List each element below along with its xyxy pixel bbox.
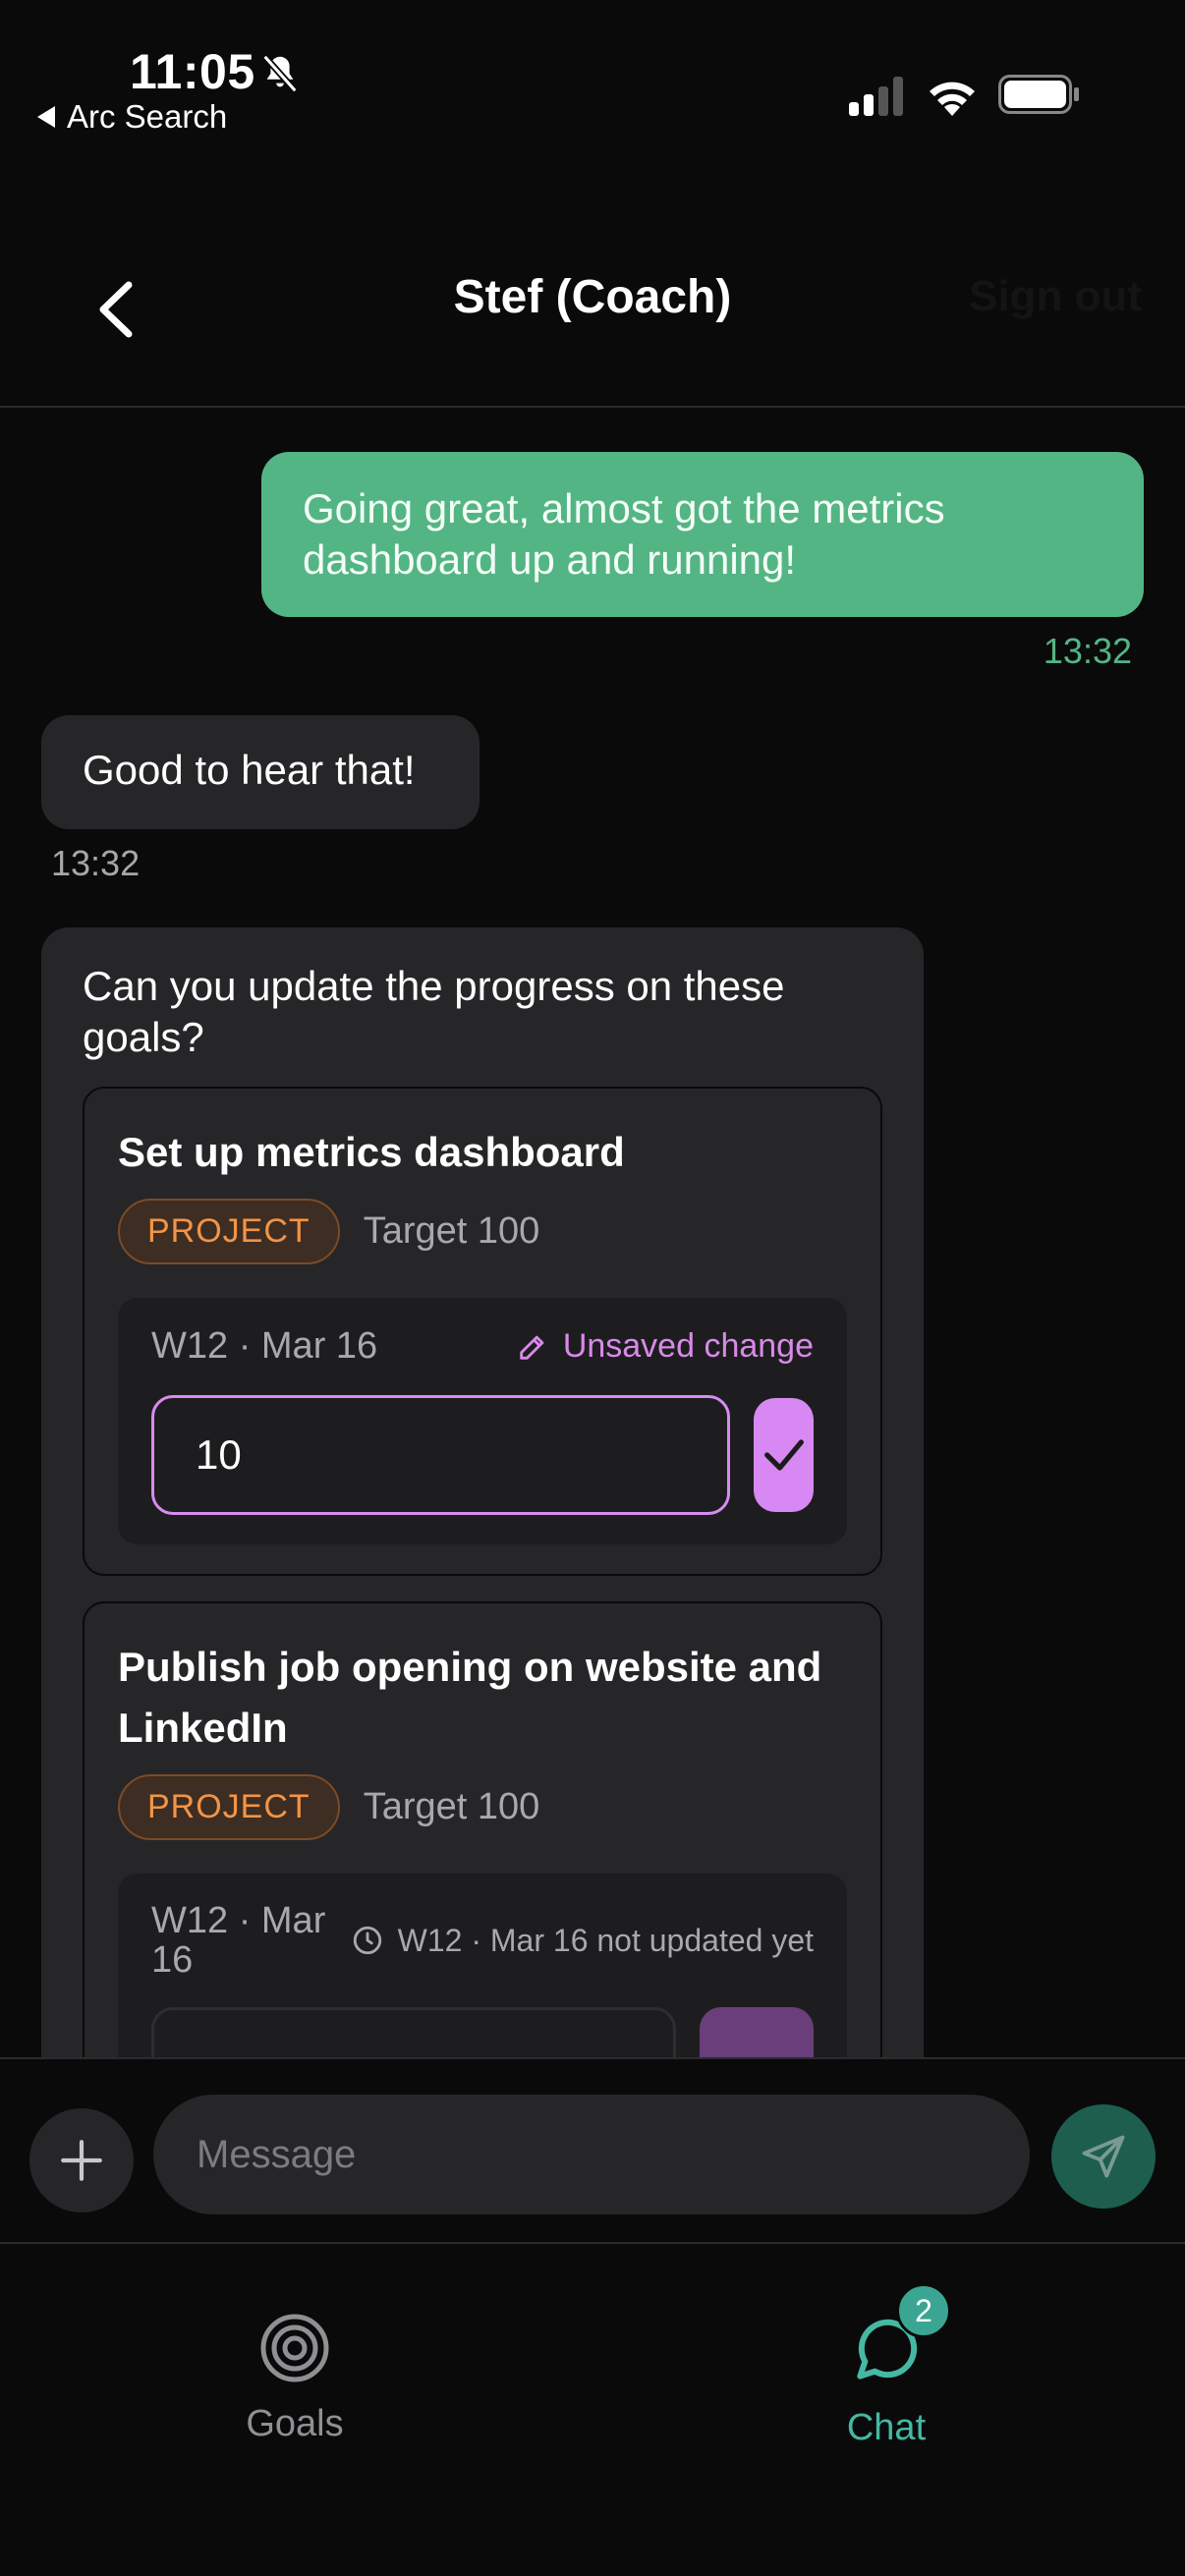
goal-meta: PROJECT Target 100 bbox=[118, 1774, 847, 1840]
goal-target: Target 100 bbox=[363, 1210, 540, 1252]
week-label: W12 · Mar 16 bbox=[151, 1325, 378, 1367]
goal-title: Set up metrics dashboard bbox=[118, 1129, 625, 1175]
goal-title: Publish job opening on website and Linke… bbox=[118, 1644, 822, 1751]
week-row: W12 · Mar 16 Unsaved change bbox=[151, 1325, 814, 1368]
plus-icon bbox=[61, 2140, 102, 2181]
tab-goals[interactable]: Goals bbox=[187, 2311, 403, 2445]
sign-out-button[interactable]: Sign out bbox=[969, 272, 1142, 321]
progress-value-input[interactable] bbox=[151, 1395, 730, 1515]
back-to-app-link[interactable]: Arc Search bbox=[37, 98, 227, 136]
clock-icon bbox=[353, 1926, 381, 1955]
message-input[interactable] bbox=[153, 2095, 1030, 2214]
goal-type-badge: PROJECT bbox=[118, 1199, 340, 1264]
not-updated-label: W12 · Mar 16 not updated yet bbox=[397, 1922, 814, 1958]
bell-slash-icon bbox=[262, 54, 298, 93]
message-composer bbox=[0, 2057, 1185, 2244]
target-icon bbox=[260, 2314, 329, 2382]
not-updated-status: W12 · Mar 16 not updated yet bbox=[351, 1923, 814, 1959]
status-bar: 11:05 Arc Search bbox=[0, 0, 1185, 138]
goal-meta: PROJECT Target 100 bbox=[118, 1199, 847, 1264]
progress-input-row bbox=[151, 1395, 814, 1515]
chat-icon-wrap: 2 bbox=[847, 2283, 951, 2389]
week-label: W12 · Mar 16 bbox=[151, 1900, 326, 1981]
battery-icon bbox=[998, 75, 1079, 114]
outgoing-message-time: 13:32 bbox=[1043, 631, 1132, 671]
unsaved-change-status: Unsaved change bbox=[516, 1327, 814, 1366]
pencil-icon bbox=[520, 1335, 544, 1360]
incoming-message-time: 13:32 bbox=[51, 843, 141, 883]
signal-icon bbox=[849, 77, 903, 116]
add-attachment-button[interactable] bbox=[29, 2108, 134, 2212]
incoming-message: Good to hear that! bbox=[41, 715, 480, 829]
goal-card: Set up metrics dashboard PROJECT Target … bbox=[83, 1087, 882, 1576]
goal-type-badge: PROJECT bbox=[118, 1774, 340, 1840]
back-app-label: Arc Search bbox=[67, 98, 228, 135]
goal-update-question: Can you update the progress on these goa… bbox=[83, 963, 785, 1060]
save-progress-button[interactable] bbox=[754, 1398, 814, 1512]
week-row: W12 · Mar 16 W12 · Mar 16 not updated ye… bbox=[151, 1901, 814, 1980]
tab-goals-label: Goals bbox=[246, 2403, 344, 2444]
goal-target: Target 100 bbox=[363, 1786, 540, 1827]
tab-chat-label: Chat bbox=[846, 2407, 927, 2448]
unsaved-change-label: Unsaved change bbox=[562, 1327, 814, 1365]
send-button[interactable] bbox=[1051, 2104, 1156, 2209]
goal-update-message: Can you update the progress on these goa… bbox=[41, 927, 924, 2106]
wifi-icon bbox=[930, 82, 975, 116]
chat-unread-badge: 2 bbox=[896, 2283, 951, 2338]
tab-chat[interactable]: 2 Chat bbox=[778, 2283, 994, 2449]
check-icon bbox=[763, 1439, 804, 1471]
outgoing-message: Going great, almost got the metrics dash… bbox=[261, 452, 1144, 617]
tab-bar: Goals 2 Chat bbox=[0, 2246, 1185, 2576]
goal-card: Publish job opening on website and Linke… bbox=[83, 1601, 882, 2106]
send-icon bbox=[1082, 2135, 1125, 2178]
chat-header: Stef (Coach) Sign out bbox=[0, 211, 1185, 408]
back-triangle-icon bbox=[37, 106, 55, 128]
status-time: 11:05 bbox=[130, 44, 255, 99]
week-update-box: W12 · Mar 16 Unsaved change bbox=[118, 1298, 847, 1544]
